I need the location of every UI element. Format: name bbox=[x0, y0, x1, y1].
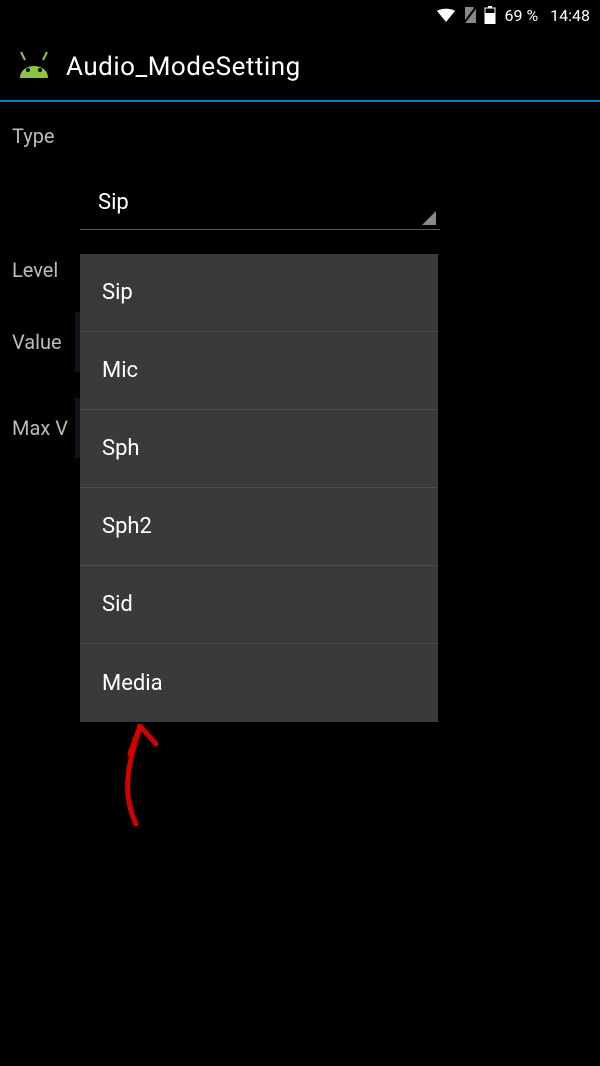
type-spinner[interactable]: Sip bbox=[80, 176, 440, 230]
dropdown-option-sph[interactable]: Sph bbox=[80, 410, 438, 488]
dropdown-option-sph2[interactable]: Sph2 bbox=[80, 488, 438, 566]
wifi-icon bbox=[436, 7, 456, 23]
clock-time: 14:48 bbox=[550, 6, 590, 25]
max-label: Max V bbox=[10, 412, 75, 444]
type-dropdown-list: SipMicSphSph2SidMedia bbox=[80, 254, 438, 722]
type-label: Type bbox=[10, 120, 590, 152]
sd-card-disabled-icon bbox=[462, 6, 478, 24]
battery-icon bbox=[484, 6, 496, 24]
dropdown-option-mic[interactable]: Mic bbox=[80, 332, 438, 410]
app-header: Audio_ModeSetting bbox=[0, 30, 600, 102]
level-label: Level bbox=[10, 254, 70, 286]
dropdown-arrow-icon bbox=[422, 211, 436, 225]
status-bar: 69 % 14:48 bbox=[0, 0, 600, 30]
value-label: Value bbox=[10, 326, 75, 358]
dropdown-option-media[interactable]: Media bbox=[80, 644, 438, 722]
battery-percent: 69 % bbox=[504, 6, 538, 25]
type-spinner-value: Sip bbox=[98, 190, 129, 215]
dropdown-option-sid[interactable]: Sid bbox=[80, 566, 438, 644]
annotation-arrow-icon bbox=[100, 720, 170, 830]
page-title: Audio_ModeSetting bbox=[66, 52, 301, 82]
dropdown-option-sip[interactable]: Sip bbox=[80, 254, 438, 332]
android-icon bbox=[14, 48, 54, 86]
